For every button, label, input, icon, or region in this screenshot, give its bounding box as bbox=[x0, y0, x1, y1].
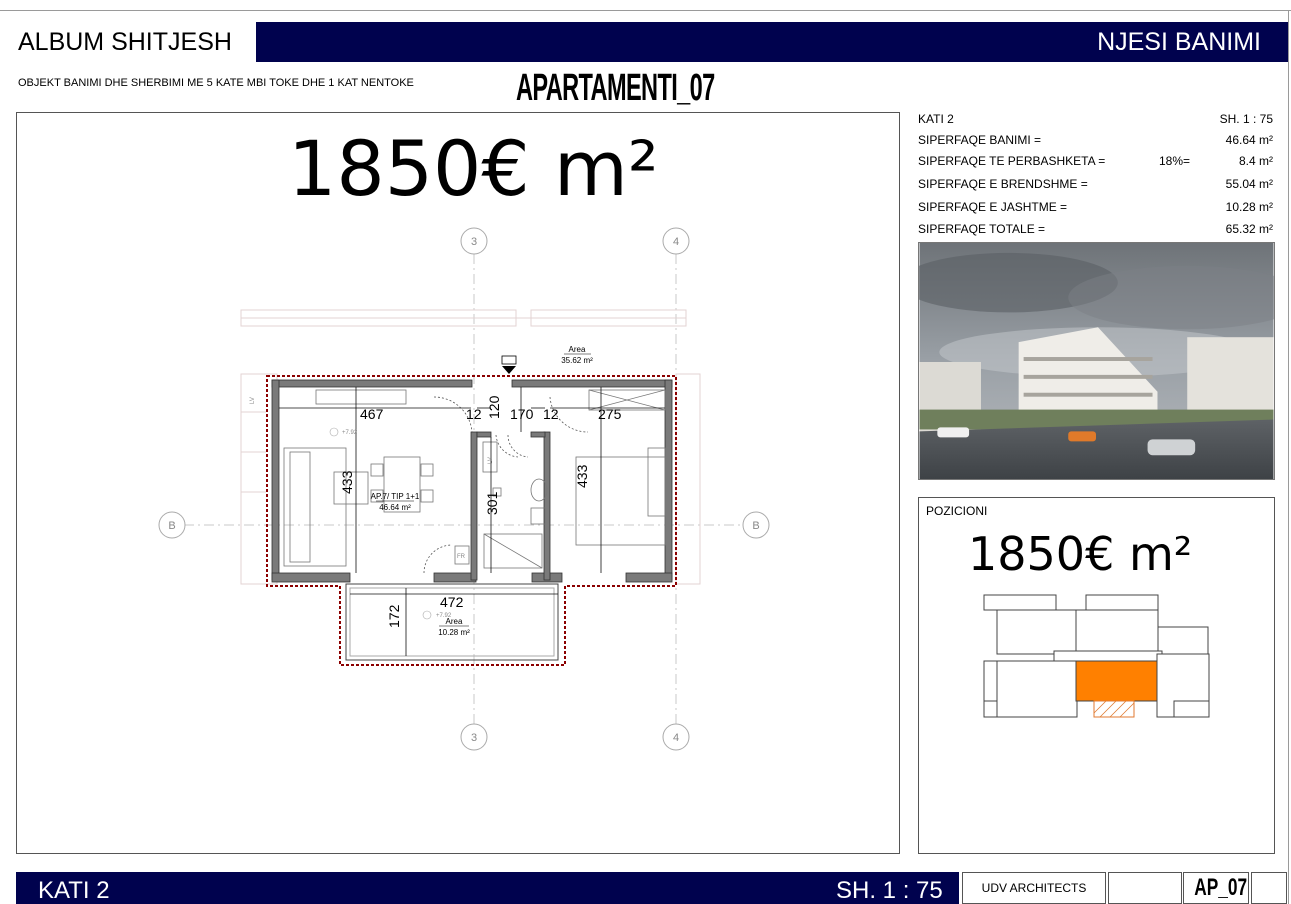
footer-scale: SH. 1 : 75 bbox=[836, 877, 943, 904]
highlight-unit bbox=[1075, 660, 1158, 702]
dim-living-width: 467 bbox=[360, 406, 384, 422]
dim-corridor-width: 170 bbox=[510, 406, 534, 422]
info-label: SIPERFAQE TE PERBASHKETA = bbox=[918, 154, 1106, 168]
info-value: 10.28 m² bbox=[1225, 200, 1273, 214]
section-title: NJESI BANIMI bbox=[1097, 28, 1261, 56]
dim-living-depth: 433 bbox=[339, 470, 355, 494]
info-percentage: 18%= bbox=[1159, 154, 1191, 168]
grid-label-b-right: B bbox=[752, 520, 759, 532]
top-border-line bbox=[0, 10, 1291, 11]
firm-name: UDV ARCHITECTS bbox=[962, 872, 1106, 904]
info-row: SIPERFAQE E BRENDSHME = 55.04 m² bbox=[918, 177, 1275, 191]
position-price: 1850€ m² bbox=[968, 527, 1193, 581]
balcony-area-value: 10.28 m² bbox=[438, 628, 470, 637]
grid-label-3-bottom: 3 bbox=[471, 732, 477, 744]
tag-lv-bath: LV bbox=[488, 457, 494, 464]
info-row: SIPERFAQE TE PERBASHKETA = 18%= 8.4 m² bbox=[918, 154, 1275, 168]
footer-floor: KATI 2 bbox=[38, 877, 110, 904]
info-label: SIPERFAQE BANIMI = bbox=[918, 133, 1042, 147]
info-row-floor: KATI 2 SH. 1 : 75 bbox=[918, 112, 1275, 126]
info-row: SIPERFAQE E JASHTME = 10.28 m² bbox=[918, 200, 1275, 214]
tag-fr: FR bbox=[457, 554, 466, 560]
room-area: 46.64 m² bbox=[379, 503, 411, 512]
info-label: SIPERFAQE E BRENDSHME = bbox=[918, 177, 1088, 191]
grid-label-b-left: B bbox=[168, 520, 175, 532]
title-block-empty bbox=[1108, 872, 1182, 904]
dim-wall-left: 12 bbox=[466, 406, 482, 422]
album-title: ALBUM SHITJESH bbox=[18, 28, 232, 56]
dim-balcony-width: 472 bbox=[440, 594, 464, 610]
info-row: SIPERFAQE TOTALE = 65.32 m² bbox=[918, 222, 1275, 236]
building-render-image bbox=[918, 242, 1275, 480]
right-border-line bbox=[1288, 10, 1289, 904]
dim-balcony-depth: 172 bbox=[386, 604, 402, 628]
sheet-number: AP_07 bbox=[1183, 872, 1249, 904]
info-floor: KATI 2 bbox=[918, 112, 954, 126]
info-scale: SH. 1 : 75 bbox=[1219, 112, 1273, 126]
dim-wall-right: 12 bbox=[543, 406, 559, 422]
title-block-empty-last bbox=[1251, 872, 1287, 904]
top-area-value: 35.62 m² bbox=[561, 356, 593, 365]
apartment-title: APARTAMENTI_07 bbox=[516, 67, 715, 109]
info-value: 46.64 m² bbox=[1225, 133, 1273, 147]
position-label: POZICIONI bbox=[926, 504, 988, 518]
grid-label-4-top: 4 bbox=[673, 236, 679, 248]
top-area-label: Area bbox=[569, 345, 586, 354]
project-subtitle: OBJEKT BANIMI DHE SHERBIMI ME 5 KATE MBI… bbox=[18, 77, 414, 89]
info-value: 8.4 m² bbox=[1238, 154, 1273, 168]
key-plan bbox=[983, 594, 1210, 718]
dim-bedroom-width: 275 bbox=[598, 406, 622, 422]
dim-corridor-depth: 120 bbox=[486, 395, 502, 419]
grid-label-4-bottom: 4 bbox=[673, 732, 679, 744]
info-value: 65.32 m² bbox=[1225, 222, 1273, 236]
info-label: SIPERFAQE TOTALE = bbox=[918, 222, 1046, 236]
dim-bath-depth: 301 bbox=[484, 491, 500, 515]
tag-lv-left: LV bbox=[250, 397, 256, 404]
level-mark-living: +7.92 bbox=[342, 430, 358, 436]
info-value: 55.04 m² bbox=[1225, 177, 1273, 191]
floor-plan: 3 4 3 4 B B 467 12 170 12 275 472 120 43… bbox=[158, 227, 770, 751]
room-label: AP.7/ TIP 1+1 bbox=[371, 492, 420, 501]
grid-label-3-top: 3 bbox=[471, 236, 477, 248]
info-row: SIPERFAQE BANIMI = 46.64 m² bbox=[918, 133, 1275, 147]
info-label: SIPERFAQE E JASHTME = bbox=[918, 200, 1068, 214]
footer-bar bbox=[16, 872, 959, 904]
level-mark-balcony: +7.92 bbox=[436, 613, 452, 619]
sheet-number-text: AP_07 bbox=[1194, 874, 1248, 901]
dim-bedroom-depth: 433 bbox=[574, 464, 590, 488]
